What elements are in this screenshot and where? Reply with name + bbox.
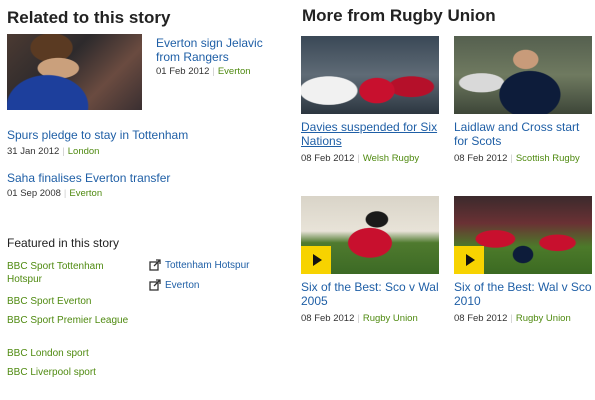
card-meta: 08 Feb 2012 | Rugby Union — [301, 312, 439, 325]
story-date: 01 Sep 2008 — [7, 188, 61, 199]
card-image[interactable] — [454, 196, 592, 274]
featured-link[interactable]: BBC Sport Tottenham Hotspur — [7, 260, 137, 286]
card-image[interactable] — [454, 36, 592, 114]
card-topic[interactable]: Welsh Rugby — [363, 153, 419, 164]
featured-link[interactable]: BBC Liverpool sport — [7, 366, 137, 379]
lead-story-meta: 01 Feb 2012 | Everton — [156, 66, 286, 77]
external-link[interactable]: Tottenham Hotspur — [149, 259, 250, 271]
meta-separator: | — [357, 313, 360, 324]
more-heading: More from Rugby Union — [302, 6, 496, 25]
play-icon[interactable] — [301, 246, 331, 274]
lead-story-link[interactable]: Everton sign Jelavic from Rangers — [156, 36, 286, 64]
external-link-label: Everton — [165, 279, 200, 291]
card-date: 08 Feb 2012 — [301, 153, 355, 164]
lead-story-date: 01 Feb 2012 — [156, 66, 210, 77]
card-image[interactable] — [301, 36, 439, 114]
meta-separator: | — [212, 66, 215, 77]
external-link-label: Tottenham Hotspur — [165, 259, 250, 271]
lead-story-image[interactable] — [7, 34, 142, 110]
story-card[interactable]: Six of the Best: Wal v Sco 2010 08 Feb 2… — [454, 196, 592, 325]
card-meta: 08 Feb 2012 | Rugby Union — [454, 312, 592, 325]
story-topic[interactable]: London — [68, 146, 100, 157]
story-card[interactable]: Six of the Best: Sco v Wal 2005 08 Feb 2… — [301, 196, 439, 325]
featured-link[interactable]: BBC Sport Everton — [7, 295, 137, 308]
story-date: 31 Jan 2012 — [7, 146, 60, 157]
story-card[interactable]: Laidlaw and Cross start for Scots 08 Feb… — [454, 36, 592, 165]
story-link[interactable]: Spurs pledge to stay in Tottenham — [7, 128, 287, 142]
card-topic[interactable]: Rugby Union — [516, 313, 571, 324]
play-icon[interactable] — [454, 246, 484, 274]
card-topic[interactable]: Rugby Union — [363, 313, 418, 324]
meta-separator: | — [510, 313, 513, 324]
card-meta: 08 Feb 2012 | Scottish Rugby — [454, 152, 592, 165]
featured-heading: Featured in this story — [7, 236, 120, 250]
external-link[interactable]: Everton — [149, 279, 199, 291]
meta-separator: | — [62, 146, 65, 157]
meta-separator: | — [510, 153, 513, 164]
related-heading: Related to this story — [7, 8, 171, 27]
story-link[interactable]: Saha finalises Everton transfer — [7, 171, 287, 185]
card-date: 08 Feb 2012 — [301, 313, 355, 324]
card-title-link[interactable]: Six of the Best: Wal v Sco 2010 — [454, 280, 592, 308]
card-title-link[interactable]: Davies suspended for Six Nations — [301, 120, 439, 148]
card-title-link[interactable]: Six of the Best: Sco v Wal 2005 — [301, 280, 439, 308]
card-title-link[interactable]: Laidlaw and Cross start for Scots — [454, 120, 592, 148]
card-date: 08 Feb 2012 — [454, 313, 508, 324]
story-card[interactable]: Davies suspended for Six Nations 08 Feb … — [301, 36, 439, 165]
featured-link[interactable]: BBC Sport Premier League — [7, 314, 137, 327]
more-column: More from Rugby Union Davies suspended f… — [290, 0, 595, 400]
story-meta: 01 Sep 2008 | Everton — [7, 188, 287, 199]
card-topic[interactable]: Scottish Rugby — [516, 153, 580, 164]
featured-link[interactable]: BBC London sport — [7, 347, 137, 360]
lead-story-topic[interactable]: Everton — [218, 66, 251, 77]
related-column: Related to this story Everton sign Jelav… — [0, 0, 290, 400]
card-meta: 08 Feb 2012 | Welsh Rugby — [301, 152, 439, 165]
external-link-icon — [149, 259, 161, 271]
card-date: 08 Feb 2012 — [454, 153, 508, 164]
external-link-icon — [149, 279, 161, 291]
story-meta: 31 Jan 2012 | London — [7, 146, 287, 157]
meta-separator: | — [357, 153, 360, 164]
card-image[interactable] — [301, 196, 439, 274]
story-topic[interactable]: Everton — [69, 188, 102, 199]
